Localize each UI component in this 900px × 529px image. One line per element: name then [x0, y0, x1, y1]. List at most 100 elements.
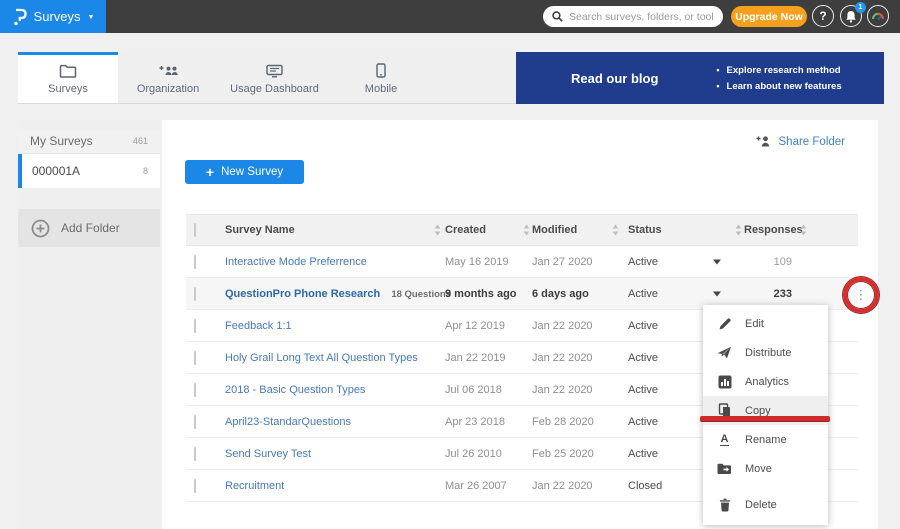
- banner-title: Read our blog: [571, 71, 658, 86]
- tab-mobile[interactable]: Mobile: [331, 52, 431, 103]
- status-cell: Active: [628, 320, 658, 332]
- tab-label: Surveys: [48, 83, 88, 95]
- survey-name-link[interactable]: 2018 - Basic Question Types: [225, 384, 365, 396]
- responses-cell: 109: [742, 256, 792, 268]
- tab-usage-dashboard[interactable]: Usage Dashboard: [218, 52, 331, 103]
- menu-item-move[interactable]: Move: [703, 454, 828, 483]
- status-cell: Closed: [628, 480, 662, 492]
- survey-name-link[interactable]: Interactive Mode Preferrence: [225, 256, 367, 268]
- column-header-created[interactable]: Created: [445, 224, 486, 236]
- tab-surveys[interactable]: Surveys: [18, 52, 118, 103]
- add-folder-button[interactable]: Add Folder: [18, 209, 160, 247]
- modified-cell: Feb 28 2020: [532, 416, 594, 428]
- sort-icon[interactable]: [800, 225, 807, 236]
- sort-icon[interactable]: [523, 225, 530, 236]
- row-checkbox[interactable]: [194, 287, 196, 301]
- blog-banner[interactable]: Read our blog • Explore research method …: [516, 52, 884, 104]
- survey-name-link[interactable]: April23-StandarQuestions: [225, 416, 351, 428]
- sort-icon[interactable]: [612, 225, 619, 236]
- share-user-icon: [756, 135, 772, 148]
- modified-cell: Jan 22 2020: [532, 352, 593, 364]
- new-survey-button[interactable]: + New Survey: [185, 160, 304, 184]
- modified-cell: Jan 22 2020: [532, 320, 593, 332]
- modified-cell: Feb 25 2020: [532, 448, 594, 460]
- sidebar-item-folder-000001A[interactable]: 000001A 8: [18, 154, 160, 188]
- created-cell: 9 months ago: [445, 288, 517, 300]
- survey-name-link[interactable]: Recruitment: [225, 480, 284, 492]
- status-dropdown-caret[interactable]: [713, 259, 721, 264]
- banner-bullet: • Learn about new features: [716, 81, 841, 92]
- status-cell: Active: [628, 256, 658, 268]
- table-header-row: Survey Name Created Modified Status Resp…: [186, 214, 858, 246]
- row-checkbox[interactable]: [194, 447, 196, 461]
- banner-bullet-list: • Explore research method • Learn about …: [716, 65, 841, 92]
- survey-name-link[interactable]: Holy Grail Long Text All Question Types: [225, 352, 418, 364]
- row-checkbox[interactable]: [194, 351, 196, 365]
- column-header-modified[interactable]: Modified: [532, 224, 577, 236]
- sort-icon[interactable]: [735, 225, 742, 236]
- share-folder-label: Share Folder: [779, 136, 845, 148]
- sidebar-item-label: My Surveys: [30, 134, 93, 148]
- menu-item-analytics[interactable]: Analytics: [703, 367, 828, 396]
- created-cell: Jan 22 2019: [445, 352, 506, 364]
- survey-name-link[interactable]: QuestionPro Phone Research: [225, 288, 380, 300]
- menu-item-delete[interactable]: Delete: [703, 490, 828, 519]
- created-cell: May 16 2019: [445, 256, 509, 268]
- created-cell: Jul 06 2018: [445, 384, 502, 396]
- select-all-checkbox[interactable]: [194, 223, 196, 237]
- bell-icon: [845, 10, 857, 23]
- status-cell: Active: [628, 384, 658, 396]
- column-header-status[interactable]: Status: [628, 224, 662, 236]
- copy-icon: [717, 403, 732, 418]
- row-checkbox[interactable]: [194, 415, 196, 429]
- product-switcher[interactable]: Surveys ▼: [0, 0, 106, 33]
- menu-item-rename[interactable]: A Rename: [703, 425, 828, 454]
- account-health-button[interactable]: [867, 5, 889, 27]
- row-checkbox[interactable]: [194, 319, 196, 333]
- rename-icon: A: [717, 433, 732, 446]
- status-dropdown-caret[interactable]: [713, 291, 721, 296]
- notification-count-badge: 1: [855, 2, 866, 13]
- status-cell: Active: [628, 416, 658, 428]
- status-cell: Active: [628, 448, 658, 460]
- help-button[interactable]: ?: [812, 5, 834, 27]
- share-folder-link[interactable]: Share Folder: [756, 135, 845, 148]
- row-checkbox[interactable]: [194, 255, 196, 269]
- global-search[interactable]: [543, 6, 723, 27]
- pencil-icon: [717, 317, 732, 331]
- questionpro-logo-icon: [12, 8, 27, 26]
- survey-name-link[interactable]: Feedback 1:1: [225, 320, 292, 332]
- question-count-badge: 18 Questions: [391, 289, 451, 300]
- column-header-survey-name[interactable]: Survey Name: [225, 224, 295, 236]
- product-menu-label: Surveys: [34, 9, 81, 24]
- tab-label: Mobile: [365, 83, 397, 95]
- menu-item-label: Distribute: [745, 347, 791, 359]
- survey-name-link[interactable]: Send Survey Test: [225, 448, 311, 460]
- created-cell: Mar 26 2007: [445, 480, 507, 492]
- row-checkbox[interactable]: [194, 383, 196, 397]
- question-mark-icon: ?: [819, 9, 826, 23]
- chevron-down-icon: ▼: [88, 14, 95, 21]
- organization-icon: [158, 64, 179, 78]
- top-bar: Surveys ▼ Upgrade Now ? 1: [0, 0, 900, 33]
- modified-cell: Jan 22 2020: [532, 480, 593, 492]
- modified-cell: 6 days ago: [532, 288, 589, 300]
- upgrade-now-button[interactable]: Upgrade Now: [731, 6, 807, 27]
- search-input[interactable]: [569, 11, 714, 23]
- created-cell: Apr 12 2019: [445, 320, 505, 332]
- menu-item-label: Move: [745, 463, 772, 475]
- tab-organization[interactable]: Organization: [118, 52, 218, 103]
- menu-item-distribute[interactable]: Distribute: [703, 338, 828, 367]
- responses-cell: 233: [742, 288, 792, 300]
- row-checkbox[interactable]: [194, 479, 196, 493]
- sort-icon[interactable]: [434, 225, 441, 236]
- column-header-responses[interactable]: Responses: [744, 224, 792, 236]
- menu-item-edit[interactable]: Edit: [703, 309, 828, 338]
- row-actions-ellipsis-button[interactable]: ⋮: [852, 283, 870, 307]
- menu-item-label: Analytics: [745, 376, 789, 388]
- sidebar-item-my-surveys[interactable]: My Surveys 461: [18, 129, 160, 154]
- notifications-button[interactable]: 1: [840, 5, 862, 27]
- menu-item-copy[interactable]: Copy: [703, 396, 828, 425]
- menu-item-label: Rename: [745, 434, 787, 446]
- sidebar-item-label: 000001A: [32, 164, 80, 178]
